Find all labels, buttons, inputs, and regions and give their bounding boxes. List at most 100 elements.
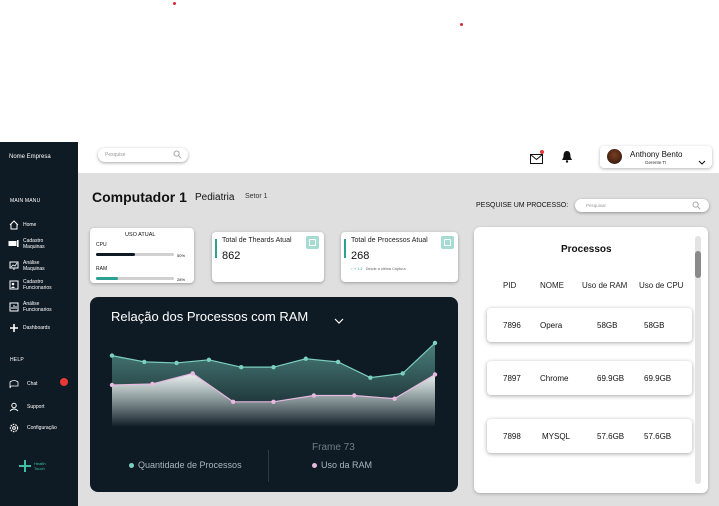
search-icon[interactable] — [692, 201, 701, 211]
data-point[interactable] — [432, 372, 438, 377]
cell-name: Chrome — [540, 374, 569, 383]
bell-icon[interactable] — [561, 150, 573, 168]
data-point[interactable] — [303, 356, 308, 361]
threads-card: Total de Theards Atual 862 — [212, 232, 324, 282]
column-header-pid: PID — [503, 281, 517, 290]
data-point[interactable] — [150, 381, 155, 387]
machine-icon — [8, 239, 19, 250]
red-dot — [173, 2, 176, 5]
delta-note: Desde a última Captura — [365, 267, 406, 271]
data-point[interactable] — [311, 393, 317, 398]
legend-label: Uso da RAM — [321, 460, 373, 470]
department-label: Pediatria — [195, 192, 235, 203]
logo-cross-icon — [19, 460, 31, 472]
chevron-down-icon[interactable] — [334, 312, 344, 330]
user-menu[interactable]: Anthony Bento Gerente TI — [600, 146, 712, 168]
sidebar-item-cadastro-funcionarios[interactable]: Cadastro Funcionarios — [8, 279, 59, 291]
data-point[interactable] — [142, 359, 147, 365]
process-ram-chart: Relação dos Processos com RAM Frame 73 Q… — [90, 297, 458, 492]
process-search-label: PESQUISE UM PROCESSO: — [476, 202, 569, 209]
legend-item-ram: Uso da RAM — [312, 460, 372, 470]
data-point[interactable] — [271, 399, 276, 404]
data-point[interactable] — [400, 371, 405, 376]
data-point[interactable] — [239, 364, 244, 370]
processes-card: Total de Processos Atual 268 ↑ + 1.2 Des… — [341, 232, 458, 282]
company-name: Nome Empresa — [9, 154, 51, 160]
sidebar-item-label: Cadastro Maquinas — [23, 238, 45, 250]
legend-item-processes: Quantidade de Processos — [129, 460, 242, 470]
data-point[interactable] — [368, 375, 373, 380]
sidebar-item-cadastro-maquinas[interactable]: Cadastro Maquinas — [8, 238, 53, 250]
sidebar-item-analise-funcionarios[interactable]: Análise Funcionarios — [8, 301, 59, 313]
gear-icon — [8, 422, 19, 433]
avatar — [607, 149, 622, 164]
search-placeholder: Pesquise — [105, 152, 126, 158]
table-row[interactable]: 7897 Chrome 69.9GB 69.9GB — [487, 361, 692, 395]
processes-title: Processos — [561, 244, 612, 255]
usage-title: USO ATUAL — [125, 232, 156, 238]
process-search-input[interactable]: Pesquisar — [575, 199, 709, 212]
chat-notification-badge — [60, 378, 68, 386]
legend-label: Quantidade de Processos — [138, 460, 242, 470]
ram-label: RAM — [96, 266, 108, 272]
sidebar-item-label: Configuração — [27, 424, 57, 431]
sidebar-item-analise-maquinas[interactable]: Análise Maquinas — [8, 260, 53, 272]
processes-panel: Processos PID NOME Uso de RAM Uso de CPU… — [474, 227, 708, 493]
table-row[interactable]: 7896 Opera 58GB 58GB — [487, 308, 692, 342]
chevron-down-icon[interactable] — [698, 153, 706, 171]
cpu-label: CPU — [96, 242, 107, 248]
sidebar-item-support[interactable]: Support — [8, 401, 45, 412]
mail-notification-dot — [540, 150, 544, 154]
frame-label: Frame 73 — [312, 442, 355, 453]
cell-cpu: 57.6GB — [644, 432, 672, 441]
scrollbar-thumb[interactable] — [695, 251, 701, 278]
sidebar-item-dashboards[interactable]: Dashboards — [8, 322, 50, 333]
data-point[interactable] — [392, 396, 397, 401]
search-icon[interactable] — [173, 150, 182, 161]
data-point[interactable] — [352, 393, 357, 398]
cell-cpu: 69.9GB — [644, 374, 672, 383]
chart-title: Relação dos Processos com RAM — [111, 309, 309, 324]
column-header-name: NOME — [540, 281, 564, 290]
employee-analysis-icon — [8, 302, 19, 313]
column-header-ram: Uso de RAM — [582, 281, 628, 290]
data-point[interactable] — [109, 382, 115, 388]
page-title: Computador 1 — [92, 189, 187, 205]
usage-card: USO ATUAL CPU 50% RAM 28% — [90, 228, 194, 283]
user-name: Anthony Bento — [630, 150, 683, 159]
processes-value: 268 — [351, 250, 370, 262]
cell-cpu: 58GB — [644, 321, 665, 330]
help-heading: HELP — [10, 357, 24, 363]
cell-pid: 7896 — [503, 321, 521, 330]
logo-text: Touch — [34, 466, 45, 471]
main-menu-heading: MAIN MANU — [10, 198, 41, 204]
red-dot — [460, 23, 463, 26]
column-header-cpu: Uso de CPU — [639, 281, 684, 290]
data-point[interactable] — [190, 371, 195, 376]
scrollbar[interactable] — [695, 236, 701, 484]
sidebar-item-configuracao[interactable]: Configuração — [8, 422, 57, 433]
cpu-usage-bar — [96, 253, 174, 256]
cell-ram: 69.9GB — [597, 374, 625, 383]
threads-value: 862 — [222, 250, 241, 262]
delta-value: ↑ + 1.2 — [351, 267, 363, 271]
data-point[interactable] — [206, 357, 212, 362]
sidebar-item-home[interactable]: Home — [8, 219, 36, 230]
data-point[interactable] — [109, 353, 115, 358]
user-role: Gerente TI — [645, 160, 667, 165]
card-accent — [215, 239, 217, 258]
legend-divider — [268, 450, 269, 482]
search-input[interactable]: Pesquise — [98, 148, 188, 162]
chat-icon — [8, 378, 19, 389]
table-row[interactable]: 7898 MYSQL 57.6GB 57.6GB — [487, 419, 692, 453]
data-point[interactable] — [335, 359, 341, 365]
cell-name: Opera — [540, 321, 563, 330]
data-point[interactable] — [230, 399, 236, 404]
sidebar: Nome Empresa MAIN MANU Home Cadastro Maq… — [0, 142, 78, 506]
data-point[interactable] — [174, 360, 179, 366]
app-window: Nome Empresa MAIN MANU Home Cadastro Maq… — [0, 142, 719, 506]
data-point[interactable] — [432, 340, 438, 346]
cell-ram: 58GB — [597, 321, 618, 330]
sidebar-item-chat[interactable]: Chat — [8, 378, 38, 389]
data-point[interactable] — [271, 364, 276, 370]
